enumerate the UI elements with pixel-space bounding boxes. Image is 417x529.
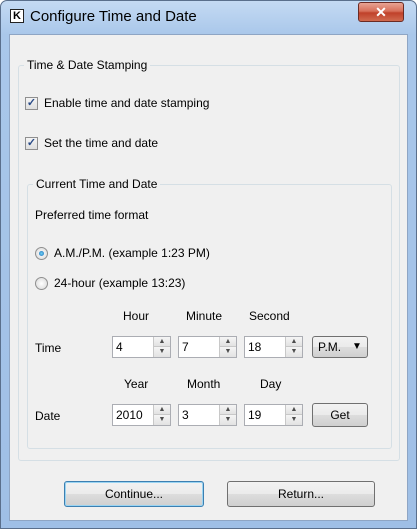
- month-spinner[interactable]: 3 ▲ ▼: [178, 404, 237, 426]
- checkmark-icon: ✓: [26, 97, 37, 109]
- spin-up-icon[interactable]: ▲: [220, 337, 236, 347]
- spin-up-icon[interactable]: ▲: [154, 337, 170, 347]
- ampm-format-radio[interactable]: [35, 247, 48, 260]
- year-spinner-arrows[interactable]: ▲ ▼: [153, 405, 170, 425]
- year-value[interactable]: 2010: [116, 408, 143, 422]
- hour-value[interactable]: 4: [116, 340, 123, 354]
- app-icon: K: [10, 9, 24, 23]
- day-header: Day: [260, 377, 282, 391]
- spin-down-icon[interactable]: ▼: [220, 347, 236, 357]
- day-spinner[interactable]: 19 ▲ ▼: [244, 404, 303, 426]
- spin-up-icon[interactable]: ▲: [286, 405, 302, 415]
- preferred-format-label: Preferred time format: [35, 208, 149, 222]
- radio-selected-dot: [39, 251, 44, 256]
- spin-up-icon[interactable]: ▲: [154, 405, 170, 415]
- year-header: Year: [124, 377, 149, 391]
- close-icon: ✕: [375, 4, 387, 20]
- month-spinner-arrows[interactable]: ▲ ▼: [219, 405, 236, 425]
- minute-spinner-arrows[interactable]: ▲ ▼: [219, 337, 236, 357]
- current-time-date-legend: Current Time and Date: [36, 177, 158, 191]
- spin-down-icon[interactable]: ▼: [154, 415, 170, 425]
- enable-stamping-label[interactable]: Enable time and date stamping: [44, 96, 209, 110]
- window-title: Configure Time and Date: [30, 8, 197, 25]
- spin-down-icon[interactable]: ▼: [220, 415, 236, 425]
- checkmark-icon: ✓: [26, 137, 37, 149]
- month-value[interactable]: 3: [182, 408, 189, 422]
- chevron-down-icon: ▼: [352, 341, 362, 352]
- continue-button[interactable]: Continue...: [64, 481, 204, 507]
- dialog-client-area: Time & Date Stamping ✓ Enable time and d…: [9, 34, 408, 521]
- spin-down-icon[interactable]: ▼: [286, 347, 302, 357]
- title-bar[interactable]: K Configure Time and Date ✕: [1, 1, 416, 35]
- close-button[interactable]: ✕: [358, 2, 404, 22]
- dialog-window: K Configure Time and Date ✕ Time & Date …: [0, 0, 417, 529]
- spin-down-icon[interactable]: ▼: [286, 415, 302, 425]
- second-spinner-arrows[interactable]: ▲ ▼: [285, 337, 302, 357]
- day-value[interactable]: 19: [248, 408, 261, 422]
- ampm-format-label[interactable]: A.M./P.M. (example 1:23 PM): [54, 246, 210, 260]
- second-value[interactable]: 18: [248, 340, 261, 354]
- spin-up-icon[interactable]: ▲: [220, 405, 236, 415]
- hour-spinner[interactable]: 4 ▲ ▼: [112, 336, 171, 358]
- minute-spinner[interactable]: 7 ▲ ▼: [178, 336, 237, 358]
- hour-spinner-arrows[interactable]: ▲ ▼: [153, 337, 170, 357]
- hour-header: Hour: [123, 309, 150, 323]
- minute-value[interactable]: 7: [182, 340, 189, 354]
- second-header: Second: [249, 309, 290, 323]
- year-spinner[interactable]: 2010 ▲ ▼: [112, 404, 171, 426]
- set-time-date-checkbox[interactable]: ✓: [25, 137, 38, 150]
- time-row-label: Time: [35, 341, 62, 355]
- spin-up-icon[interactable]: ▲: [286, 337, 302, 347]
- get-date-button[interactable]: Get: [312, 403, 368, 427]
- second-spinner[interactable]: 18 ▲ ▼: [244, 336, 303, 358]
- time-date-stamping-legend: Time & Date Stamping: [27, 58, 148, 72]
- 24hour-format-label[interactable]: 24-hour (example 13:23): [54, 276, 185, 290]
- date-row-label: Date: [35, 409, 61, 423]
- spin-down-icon[interactable]: ▼: [154, 347, 170, 357]
- return-button[interactable]: Return...: [227, 481, 375, 507]
- minute-header: Minute: [186, 309, 223, 323]
- day-spinner-arrows[interactable]: ▲ ▼: [285, 405, 302, 425]
- ampm-value: P.M.: [318, 340, 342, 354]
- ampm-dropdown[interactable]: P.M. ▼: [312, 336, 368, 358]
- month-header: Month: [187, 377, 221, 391]
- 24hour-format-radio[interactable]: [35, 277, 48, 290]
- set-time-date-label[interactable]: Set the time and date: [44, 136, 158, 150]
- enable-stamping-checkbox[interactable]: ✓: [25, 97, 38, 110]
